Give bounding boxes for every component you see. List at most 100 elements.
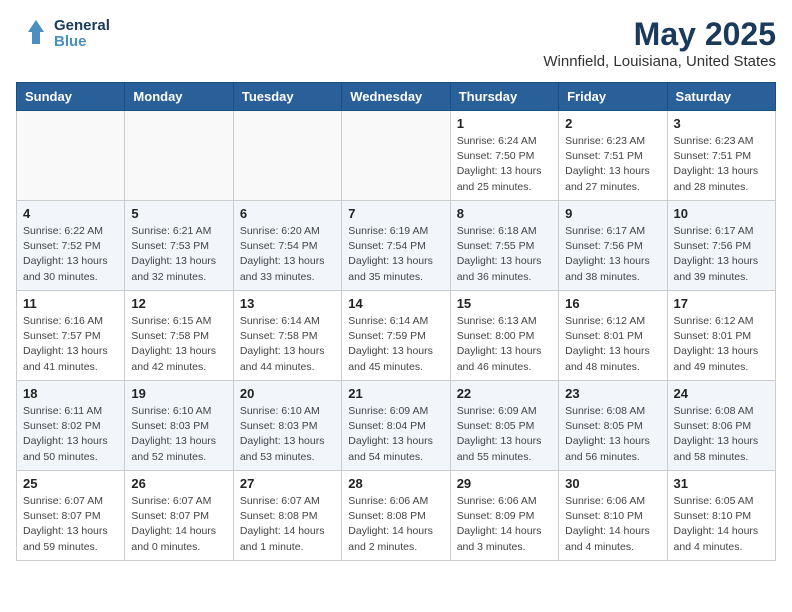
- day-info: Sunrise: 6:07 AM Sunset: 8:07 PM Dayligh…: [23, 494, 118, 555]
- calendar-cell: 4 Sunrise: 6:22 AM Sunset: 7:52 PM Daylig…: [17, 201, 125, 291]
- day-number: 2: [565, 116, 660, 131]
- day-info: Sunrise: 6:05 AM Sunset: 8:10 PM Dayligh…: [674, 494, 769, 555]
- day-info: Sunrise: 6:09 AM Sunset: 8:04 PM Dayligh…: [348, 404, 443, 465]
- title-block: May 2025 Winnfield, Louisiana, United St…: [543, 16, 776, 70]
- header-tuesday: Tuesday: [233, 83, 341, 111]
- day-number: 10: [674, 206, 769, 221]
- day-number: 21: [348, 386, 443, 401]
- day-info: Sunrise: 6:19 AM Sunset: 7:54 PM Dayligh…: [348, 224, 443, 285]
- day-number: 4: [23, 206, 118, 221]
- calendar-cell: 6 Sunrise: 6:20 AM Sunset: 7:54 PM Daylig…: [233, 201, 341, 291]
- day-info: Sunrise: 6:17 AM Sunset: 7:56 PM Dayligh…: [674, 224, 769, 285]
- day-info: Sunrise: 6:06 AM Sunset: 8:09 PM Dayligh…: [457, 494, 552, 555]
- day-number: 27: [240, 476, 335, 491]
- day-info: Sunrise: 6:12 AM Sunset: 8:01 PM Dayligh…: [565, 314, 660, 375]
- day-info: Sunrise: 6:11 AM Sunset: 8:02 PM Dayligh…: [23, 404, 118, 465]
- day-info: Sunrise: 6:09 AM Sunset: 8:05 PM Dayligh…: [457, 404, 552, 465]
- month-title: May 2025: [543, 16, 776, 53]
- header-friday: Friday: [559, 83, 667, 111]
- logo: General Blue: [16, 16, 110, 52]
- day-number: 28: [348, 476, 443, 491]
- calendar-cell: 5 Sunrise: 6:21 AM Sunset: 7:53 PM Daylig…: [125, 201, 233, 291]
- logo-blue: Blue: [54, 34, 110, 51]
- calendar-cell: 16 Sunrise: 6:12 AM Sunset: 8:01 PM Dayli…: [559, 291, 667, 381]
- day-number: 30: [565, 476, 660, 491]
- weekday-header-row: Sunday Monday Tuesday Wednesday Thursday…: [17, 83, 776, 111]
- day-info: Sunrise: 6:10 AM Sunset: 8:03 PM Dayligh…: [240, 404, 335, 465]
- calendar-cell: 1 Sunrise: 6:24 AM Sunset: 7:50 PM Daylig…: [450, 111, 558, 201]
- day-number: 7: [348, 206, 443, 221]
- day-info: Sunrise: 6:08 AM Sunset: 8:05 PM Dayligh…: [565, 404, 660, 465]
- calendar-cell: 17 Sunrise: 6:12 AM Sunset: 8:01 PM Dayli…: [667, 291, 775, 381]
- calendar-week-row: 25 Sunrise: 6:07 AM Sunset: 8:07 PM Dayli…: [17, 471, 776, 561]
- day-number: 17: [674, 296, 769, 311]
- day-info: Sunrise: 6:23 AM Sunset: 7:51 PM Dayligh…: [565, 134, 660, 195]
- calendar-cell: 24Sunrise: 6:08 AM Sunset: 8:06 PM Dayli…: [667, 381, 775, 471]
- day-number: 11: [23, 296, 118, 311]
- day-number: 22: [457, 386, 552, 401]
- day-number: 3: [674, 116, 769, 131]
- day-number: 29: [457, 476, 552, 491]
- day-info: Sunrise: 6:07 AM Sunset: 8:07 PM Dayligh…: [131, 494, 226, 555]
- day-info: Sunrise: 6:14 AM Sunset: 7:58 PM Dayligh…: [240, 314, 335, 375]
- day-info: Sunrise: 6:07 AM Sunset: 8:08 PM Dayligh…: [240, 494, 335, 555]
- calendar-cell: 11 Sunrise: 6:16 AM Sunset: 7:57 PM Dayli…: [17, 291, 125, 381]
- calendar-cell: 25 Sunrise: 6:07 AM Sunset: 8:07 PM Dayli…: [17, 471, 125, 561]
- calendar-cell: [125, 111, 233, 201]
- day-number: 16: [565, 296, 660, 311]
- calendar-cell: 20 Sunrise: 6:10 AM Sunset: 8:03 PM Dayli…: [233, 381, 341, 471]
- day-number: 31: [674, 476, 769, 491]
- day-info: Sunrise: 6:16 AM Sunset: 7:57 PM Dayligh…: [23, 314, 118, 375]
- day-number: 15: [457, 296, 552, 311]
- calendar-cell: 30Sunrise: 6:06 AM Sunset: 8:10 PM Dayli…: [559, 471, 667, 561]
- calendar-cell: 15 Sunrise: 6:13 AM Sunset: 8:00 PM Dayli…: [450, 291, 558, 381]
- day-number: 9: [565, 206, 660, 221]
- calendar-cell: 22 Sunrise: 6:09 AM Sunset: 8:05 PM Dayli…: [450, 381, 558, 471]
- calendar-week-row: 4 Sunrise: 6:22 AM Sunset: 7:52 PM Daylig…: [17, 201, 776, 291]
- calendar-cell: 28 Sunrise: 6:06 AM Sunset: 8:08 PM Dayli…: [342, 471, 450, 561]
- day-info: Sunrise: 6:21 AM Sunset: 7:53 PM Dayligh…: [131, 224, 226, 285]
- logo-general: General: [54, 18, 110, 35]
- calendar-week-row: 11 Sunrise: 6:16 AM Sunset: 7:57 PM Dayli…: [17, 291, 776, 381]
- calendar-cell: 26 Sunrise: 6:07 AM Sunset: 8:07 PM Dayli…: [125, 471, 233, 561]
- day-number: 25: [23, 476, 118, 491]
- day-number: 13: [240, 296, 335, 311]
- location-title: Winnfield, Louisiana, United States: [543, 53, 776, 70]
- day-number: 26: [131, 476, 226, 491]
- calendar-week-row: 18 Sunrise: 6:11 AM Sunset: 8:02 PM Dayli…: [17, 381, 776, 471]
- calendar-table: Sunday Monday Tuesday Wednesday Thursday…: [16, 82, 776, 561]
- calendar-cell: 10 Sunrise: 6:17 AM Sunset: 7:56 PM Dayli…: [667, 201, 775, 291]
- day-number: 1: [457, 116, 552, 131]
- day-number: 19: [131, 386, 226, 401]
- day-number: 12: [131, 296, 226, 311]
- day-info: Sunrise: 6:12 AM Sunset: 8:01 PM Dayligh…: [674, 314, 769, 375]
- day-number: 20: [240, 386, 335, 401]
- calendar-cell: [17, 111, 125, 201]
- day-number: 6: [240, 206, 335, 221]
- logo-bird-icon: [16, 16, 52, 52]
- calendar-cell: 13 Sunrise: 6:14 AM Sunset: 7:58 PM Dayli…: [233, 291, 341, 381]
- logo-text-block: General Blue: [16, 16, 110, 52]
- day-info: Sunrise: 6:15 AM Sunset: 7:58 PM Dayligh…: [131, 314, 226, 375]
- calendar-cell: 18 Sunrise: 6:11 AM Sunset: 8:02 PM Dayli…: [17, 381, 125, 471]
- day-info: Sunrise: 6:17 AM Sunset: 7:56 PM Dayligh…: [565, 224, 660, 285]
- calendar-cell: 27 Sunrise: 6:07 AM Sunset: 8:08 PM Dayli…: [233, 471, 341, 561]
- calendar-week-row: 1 Sunrise: 6:24 AM Sunset: 7:50 PM Daylig…: [17, 111, 776, 201]
- calendar-cell: 8Sunrise: 6:18 AM Sunset: 7:55 PM Daylig…: [450, 201, 558, 291]
- header-monday: Monday: [125, 83, 233, 111]
- page-header: General Blue May 2025 Winnfield, Louisia…: [16, 16, 776, 70]
- day-number: 8: [457, 206, 552, 221]
- day-info: Sunrise: 6:20 AM Sunset: 7:54 PM Dayligh…: [240, 224, 335, 285]
- day-info: Sunrise: 6:24 AM Sunset: 7:50 PM Dayligh…: [457, 134, 552, 195]
- calendar-cell: 3Sunrise: 6:23 AM Sunset: 7:51 PM Daylig…: [667, 111, 775, 201]
- day-number: 5: [131, 206, 226, 221]
- day-number: 18: [23, 386, 118, 401]
- header-thursday: Thursday: [450, 83, 558, 111]
- calendar-cell: 12 Sunrise: 6:15 AM Sunset: 7:58 PM Dayli…: [125, 291, 233, 381]
- day-info: Sunrise: 6:06 AM Sunset: 8:08 PM Dayligh…: [348, 494, 443, 555]
- day-info: Sunrise: 6:22 AM Sunset: 7:52 PM Dayligh…: [23, 224, 118, 285]
- day-info: Sunrise: 6:13 AM Sunset: 8:00 PM Dayligh…: [457, 314, 552, 375]
- calendar-cell: 2 Sunrise: 6:23 AM Sunset: 7:51 PM Daylig…: [559, 111, 667, 201]
- calendar-cell: 14Sunrise: 6:14 AM Sunset: 7:59 PM Dayli…: [342, 291, 450, 381]
- calendar-cell: [342, 111, 450, 201]
